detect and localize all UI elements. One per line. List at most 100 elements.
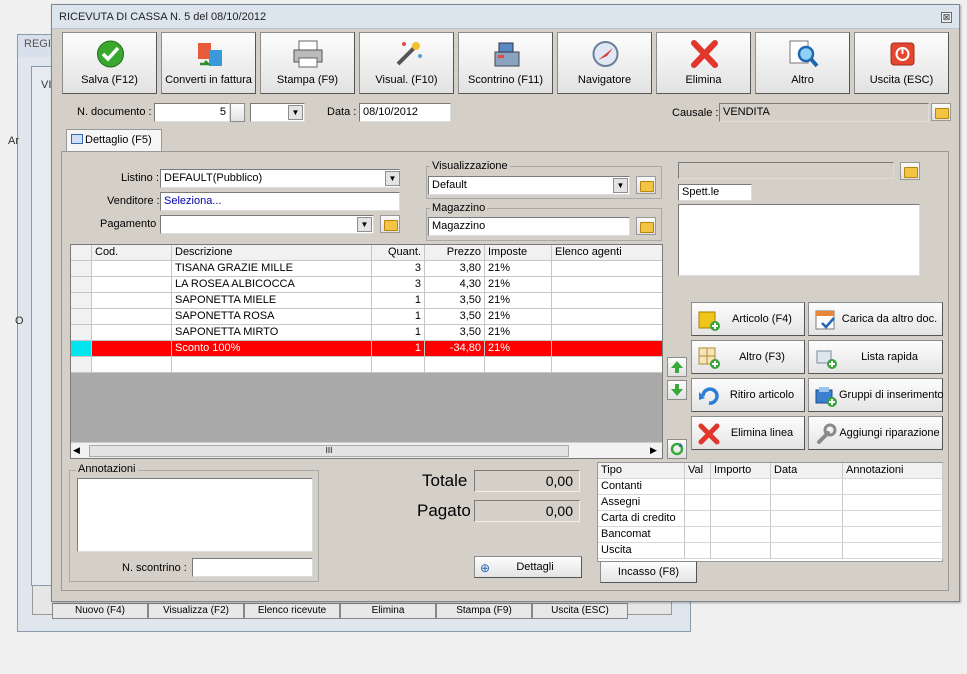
payment-notes[interactable] [843, 511, 943, 527]
pay-col-date[interactable]: Data [771, 463, 843, 479]
visualizzazione-chevron-down-icon[interactable]: ▼ [613, 178, 628, 193]
causale-field[interactable]: VENDITA [719, 103, 929, 122]
background-view-button[interactable]: Visualizza (F2) [148, 603, 244, 619]
listino-chevron-down-icon[interactable]: ▼ [385, 171, 400, 186]
move-up-button[interactable] [667, 357, 687, 377]
notes-field[interactable] [77, 478, 313, 552]
receipt-print-button[interactable]: Scontrino (F11) [458, 32, 553, 94]
row-selector[interactable] [71, 293, 92, 309]
print-button[interactable]: Stampa (F9) [260, 32, 355, 94]
cell-desc[interactable]: LA ROSEA ALBICOCCA [172, 277, 372, 293]
quick-list-button[interactable]: Lista rapida [808, 340, 943, 374]
new-cell[interactable] [372, 357, 425, 373]
other-button[interactable]: Altro [755, 32, 850, 94]
details-button[interactable]: ⊕ Dettagli [474, 556, 582, 578]
cell-tax[interactable]: 21% [485, 341, 552, 357]
new-cell[interactable] [485, 357, 552, 373]
col-quant[interactable]: Quant. [372, 245, 425, 261]
scroll-right-icon[interactable]: ▶ [650, 445, 657, 456]
cell-agents[interactable] [552, 325, 662, 341]
cell-tax[interactable]: 21% [485, 277, 552, 293]
cell-price[interactable]: 4,30 [425, 277, 485, 293]
table-row-new[interactable] [71, 357, 662, 373]
payment-date[interactable] [771, 543, 843, 559]
col-imposte[interactable]: Imposte [485, 245, 552, 261]
cell-agents[interactable] [552, 277, 662, 293]
visualizzazione-folder-icon[interactable] [636, 176, 656, 194]
table-row[interactable]: SAPONETTA MIRTO 1 3,50 21% [71, 325, 662, 341]
payment-amount[interactable] [711, 495, 771, 511]
magazzino-field[interactable]: Magazzino [428, 217, 630, 236]
doc-number-button[interactable] [230, 103, 245, 122]
payment-val[interactable] [685, 527, 711, 543]
cell-agents[interactable] [552, 341, 662, 357]
payment-row[interactable]: Uscita [598, 543, 943, 559]
col-descrizione[interactable]: Descrizione [172, 245, 372, 261]
refresh-button[interactable] [667, 439, 687, 459]
delete-button[interactable]: Elimina [656, 32, 751, 94]
cell-qty[interactable]: 1 [372, 341, 425, 357]
cell-price[interactable]: 3,50 [425, 325, 485, 341]
exit-button[interactable]: Uscita (ESC) [854, 32, 949, 94]
add-article-button[interactable]: Articolo (F4) [691, 302, 805, 336]
insert-groups-button[interactable]: Gruppi di inserimento [808, 378, 944, 412]
pagamento-select[interactable] [160, 215, 374, 234]
scroll-left-icon[interactable]: ◀ [73, 445, 80, 456]
table-row[interactable]: TISANA GRAZIE MILLE 3 3,80 21% [71, 261, 662, 277]
cell-qty[interactable]: 3 [372, 277, 425, 293]
payment-val[interactable] [685, 479, 711, 495]
customer-folder-icon[interactable] [900, 162, 920, 180]
payment-amount[interactable] [711, 543, 771, 559]
row-selector[interactable] [71, 309, 92, 325]
cell-desc[interactable]: SAPONETTA MIRTO [172, 325, 372, 341]
cell-tax[interactable]: 21% [485, 325, 552, 341]
payment-row[interactable]: Carta di credito [598, 511, 943, 527]
close-icon[interactable]: ⊠ [941, 12, 952, 23]
row-selector[interactable] [71, 325, 92, 341]
cell-tax[interactable]: 21% [485, 261, 552, 277]
cell-price[interactable]: 3,50 [425, 309, 485, 325]
pay-col-type[interactable]: Tipo [598, 463, 685, 479]
cell-price[interactable]: -34,80 [425, 341, 485, 357]
background-new-button[interactable]: Nuovo (F4) [52, 603, 148, 619]
payment-date[interactable] [771, 511, 843, 527]
background-print-button[interactable]: Stampa (F9) [436, 603, 532, 619]
customer-address-field[interactable] [678, 204, 920, 276]
row-selector[interactable] [71, 261, 92, 277]
cell-desc[interactable]: SAPONETTA ROSA [172, 309, 372, 325]
pay-col-amount[interactable]: Importo [711, 463, 771, 479]
pay-col-notes[interactable]: Annotazioni [843, 463, 943, 479]
doc-series-select[interactable]: ▼ [250, 103, 305, 122]
payment-row[interactable]: Contanti [598, 479, 943, 495]
load-from-doc-button[interactable]: Carica da altro doc. [808, 302, 943, 336]
causale-folder-icon[interactable] [931, 103, 951, 121]
return-article-button[interactable]: Ritiro articolo [691, 378, 805, 412]
payment-date[interactable] [771, 495, 843, 511]
other-article-button[interactable]: Altro (F3) [691, 340, 805, 374]
row-selector-active[interactable] [71, 341, 92, 357]
cell-cod[interactable] [92, 261, 172, 277]
payment-val[interactable] [685, 495, 711, 511]
customer-select[interactable] [678, 162, 894, 179]
magazzino-folder-icon[interactable] [636, 217, 656, 235]
cell-tax[interactable]: 21% [485, 309, 552, 325]
preview-button[interactable]: Visual. (F10) [359, 32, 454, 94]
cell-price[interactable]: 3,50 [425, 293, 485, 309]
payment-amount[interactable] [711, 479, 771, 495]
cell-agents[interactable] [552, 309, 662, 325]
payment-date[interactable] [771, 527, 843, 543]
collect-button[interactable]: Incasso (F8) [600, 561, 697, 583]
payment-row[interactable]: Assegni [598, 495, 943, 511]
cell-desc[interactable]: TISANA GRAZIE MILLE [172, 261, 372, 277]
payment-row[interactable]: Bancomat [598, 527, 943, 543]
row-selector[interactable] [71, 357, 92, 373]
scroll-thumb[interactable]: III [89, 445, 569, 457]
new-cell[interactable] [425, 357, 485, 373]
payment-amount[interactable] [711, 511, 771, 527]
new-cell[interactable] [552, 357, 662, 373]
visualizzazione-select[interactable]: Default [428, 176, 630, 195]
payment-notes[interactable] [843, 479, 943, 495]
delete-line-button[interactable]: Elimina linea [691, 416, 805, 450]
cell-cod[interactable] [92, 341, 172, 357]
cell-qty[interactable]: 3 [372, 261, 425, 277]
